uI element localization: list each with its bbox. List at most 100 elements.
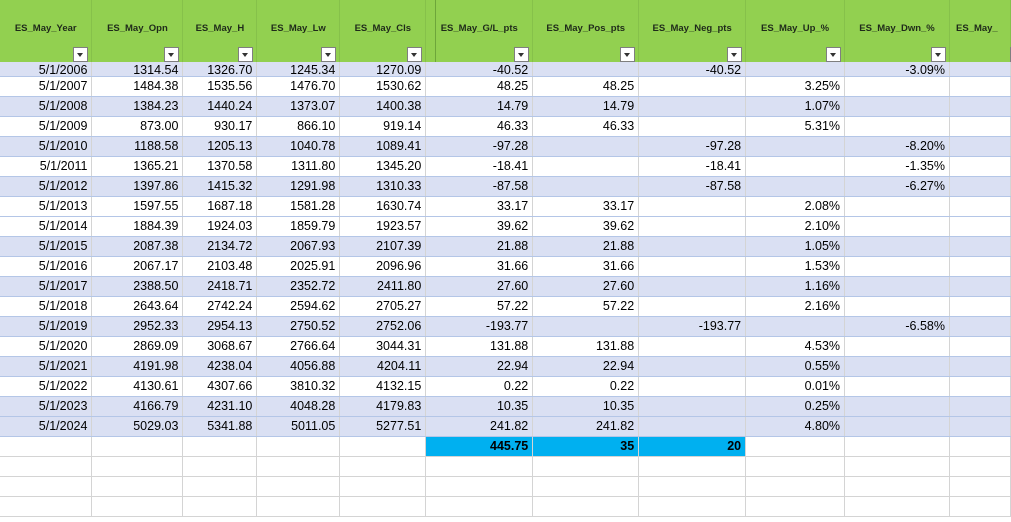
table-cell[interactable]: -18.41: [425, 156, 534, 177]
table-cell[interactable]: [949, 216, 1011, 237]
table-cell[interactable]: [949, 376, 1011, 397]
table-cell[interactable]: 2388.50: [91, 276, 184, 297]
table-cell[interactable]: [949, 116, 1011, 137]
empty-cell[interactable]: [256, 476, 341, 497]
table-cell[interactable]: -40.52: [638, 62, 747, 77]
table-cell[interactable]: 131.88: [532, 336, 640, 357]
empty-cell[interactable]: [256, 456, 341, 477]
table-cell[interactable]: 3.25%: [745, 76, 846, 97]
table-cell[interactable]: 4204.11: [339, 356, 427, 377]
table-cell[interactable]: [949, 416, 1011, 437]
table-cell[interactable]: 57.22: [425, 296, 534, 317]
table-cell[interactable]: [844, 336, 950, 357]
table-cell[interactable]: 1581.28: [256, 196, 341, 217]
table-cell[interactable]: 1440.24: [182, 96, 258, 117]
table-cell[interactable]: -193.77: [425, 316, 534, 337]
table-cell[interactable]: 1.07%: [745, 96, 846, 117]
table-cell[interactable]: 0.01%: [745, 376, 846, 397]
table-cell[interactable]: 2742.24: [182, 296, 258, 317]
table-cell[interactable]: 1188.58: [91, 136, 184, 157]
empty-cell[interactable]: [532, 476, 640, 497]
table-cell[interactable]: 5/1/2006: [0, 62, 93, 77]
table-cell[interactable]: 2067.93: [256, 236, 341, 257]
table-cell[interactable]: 2869.09: [91, 336, 184, 357]
filter-dropdown-icon[interactable]: [514, 47, 530, 62]
table-cell[interactable]: 1345.20: [339, 156, 427, 177]
filter-dropdown-icon[interactable]: [238, 47, 254, 62]
table-cell[interactable]: 4307.66: [182, 376, 258, 397]
empty-cell[interactable]: [844, 496, 950, 517]
empty-cell[interactable]: [91, 496, 184, 517]
total-cell[interactable]: 445.75: [425, 436, 534, 457]
table-cell[interactable]: [745, 62, 846, 77]
table-cell[interactable]: 1.05%: [745, 236, 846, 257]
table-cell[interactable]: 31.66: [425, 256, 534, 277]
table-cell[interactable]: 46.33: [425, 116, 534, 137]
table-cell[interactable]: 4191.98: [91, 356, 184, 377]
table-cell[interactable]: 1924.03: [182, 216, 258, 237]
table-cell[interactable]: -97.28: [638, 136, 747, 157]
table-cell[interactable]: -6.27%: [844, 176, 950, 197]
table-cell[interactable]: [638, 216, 747, 237]
table-cell[interactable]: 2952.33: [91, 316, 184, 337]
table-cell[interactable]: 2352.72: [256, 276, 341, 297]
table-cell[interactable]: 31.66: [532, 256, 640, 277]
table-cell[interactable]: -193.77: [638, 316, 747, 337]
table-cell[interactable]: 5/1/2008: [0, 96, 93, 117]
table-cell[interactable]: 48.25: [425, 76, 534, 97]
empty-cell[interactable]: [339, 476, 427, 497]
table-cell[interactable]: 5277.51: [339, 416, 427, 437]
empty-cell[interactable]: [532, 496, 640, 517]
filter-dropdown-icon[interactable]: [930, 47, 946, 62]
empty-cell[interactable]: [532, 456, 640, 477]
table-cell[interactable]: 241.82: [425, 416, 534, 437]
total-cell[interactable]: [91, 436, 184, 457]
table-cell[interactable]: 1205.13: [182, 136, 258, 157]
empty-cell[interactable]: [182, 496, 258, 517]
table-cell[interactable]: [949, 236, 1011, 257]
table-cell[interactable]: 5.31%: [745, 116, 846, 137]
table-cell[interactable]: 5/1/2021: [0, 356, 93, 377]
column-header[interactable]: ES_May_Cls: [339, 0, 427, 62]
table-cell[interactable]: [844, 76, 950, 97]
table-cell[interactable]: 1040.78: [256, 136, 341, 157]
table-cell[interactable]: 5/1/2022: [0, 376, 93, 397]
table-cell[interactable]: 1687.18: [182, 196, 258, 217]
filter-dropdown-icon[interactable]: [727, 47, 743, 62]
table-cell[interactable]: 1484.38: [91, 76, 184, 97]
empty-cell[interactable]: [256, 496, 341, 517]
table-cell[interactable]: 1291.98: [256, 176, 341, 197]
total-cell[interactable]: 20: [638, 436, 747, 457]
empty-cell[interactable]: [745, 496, 846, 517]
column-header[interactable]: ES_May_Lw: [256, 0, 341, 62]
table-cell[interactable]: -87.58: [638, 176, 747, 197]
table-cell[interactable]: 46.33: [532, 116, 640, 137]
table-cell[interactable]: 1311.80: [256, 156, 341, 177]
empty-cell[interactable]: [182, 476, 258, 497]
table-cell[interactable]: [745, 156, 846, 177]
table-cell[interactable]: 5/1/2024: [0, 416, 93, 437]
table-cell[interactable]: 5/1/2019: [0, 316, 93, 337]
empty-cell[interactable]: [91, 456, 184, 477]
table-cell[interactable]: 1310.33: [339, 176, 427, 197]
table-cell[interactable]: [638, 336, 747, 357]
table-cell[interactable]: [949, 316, 1011, 337]
total-cell[interactable]: [949, 436, 1011, 457]
table-cell[interactable]: 5029.03: [91, 416, 184, 437]
table-cell[interactable]: 131.88: [425, 336, 534, 357]
table-cell[interactable]: -3.09%: [844, 62, 950, 77]
table-cell[interactable]: 5/1/2017: [0, 276, 93, 297]
table-cell[interactable]: [949, 62, 1011, 77]
empty-cell[interactable]: [339, 496, 427, 517]
empty-cell[interactable]: [425, 476, 534, 497]
empty-cell[interactable]: [91, 476, 184, 497]
table-cell[interactable]: [844, 376, 950, 397]
table-cell[interactable]: 1270.09: [339, 62, 427, 77]
table-cell[interactable]: 2411.80: [339, 276, 427, 297]
empty-cell[interactable]: [0, 476, 93, 497]
table-cell[interactable]: 2752.06: [339, 316, 427, 337]
table-cell[interactable]: [844, 416, 950, 437]
table-cell[interactable]: 1859.79: [256, 216, 341, 237]
total-cell[interactable]: [844, 436, 950, 457]
table-cell[interactable]: 3068.67: [182, 336, 258, 357]
